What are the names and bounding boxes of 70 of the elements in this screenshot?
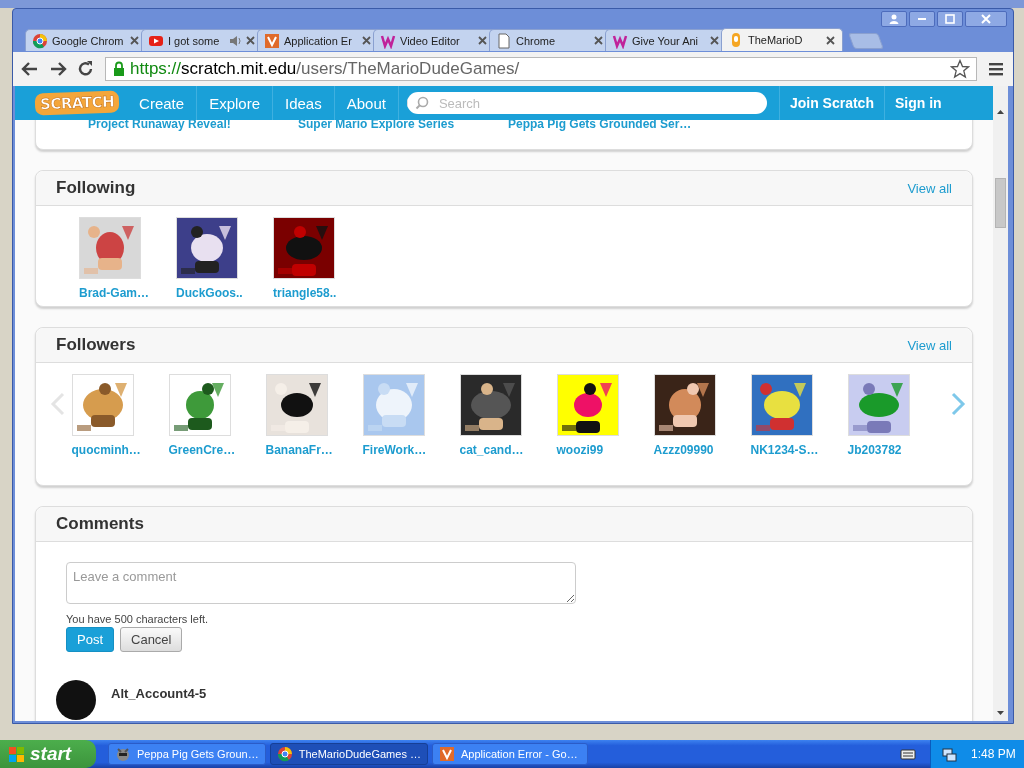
taskbar-button[interactable]: TheMarioDudeGames …	[269, 743, 428, 765]
windows-logo-icon	[8, 745, 25, 763]
speaker-icon	[229, 34, 241, 47]
username-link[interactable]: Jb203782	[847, 443, 945, 457]
close-icon[interactable]	[245, 35, 256, 46]
browser-tab[interactable]: TheMarioD	[721, 28, 843, 51]
post-button[interactable]: Post	[66, 627, 114, 652]
keyboard-icon[interactable]	[900, 746, 916, 762]
chevron-right-icon	[950, 392, 967, 416]
username-link[interactable]: NK1234-S…	[750, 443, 848, 457]
close-button[interactable]	[965, 11, 1007, 27]
clock: 1:48 PM	[971, 747, 1016, 761]
reload-icon[interactable]	[77, 60, 95, 78]
username-link[interactable]: BananaFr…	[265, 443, 363, 457]
back-icon[interactable]	[21, 60, 39, 78]
close-icon[interactable]	[129, 35, 140, 46]
comment-field[interactable]: Leave a comment	[66, 562, 576, 604]
maximize-button[interactable]	[937, 11, 963, 27]
address-bar[interactable]: https://scratch.mit.edu/users/TheMarioDudeGames/	[105, 57, 977, 81]
username-link[interactable]: Azzz09990	[653, 443, 751, 457]
username-link[interactable]: woozi99	[556, 443, 654, 457]
logo[interactable]: SCRATCH	[34, 90, 120, 116]
project-link[interactable]: Project Runaway Reveal!	[88, 120, 298, 149]
chevron-left-icon	[49, 392, 66, 416]
username-link[interactable]: Brad-Gam…	[79, 286, 176, 300]
close-icon[interactable]	[361, 35, 372, 46]
scroll-up-icon[interactable]	[996, 108, 1005, 116]
username-link[interactable]: cat_cand…	[459, 443, 557, 457]
scroll-down-icon[interactable]	[996, 709, 1005, 717]
start-button[interactable]: start	[0, 740, 96, 768]
avatar[interactable]	[56, 680, 96, 720]
view-all-link[interactable]: View all	[907, 337, 952, 353]
network-icon[interactable]	[941, 746, 957, 762]
profile-button[interactable]	[881, 11, 907, 27]
minimize-icon	[918, 18, 926, 20]
cancel-button[interactable]: Cancel	[120, 627, 183, 652]
forward-icon[interactable]	[49, 60, 67, 78]
search-field[interactable]: Search	[406, 92, 767, 114]
maximize-icon	[944, 13, 956, 25]
app-icon	[264, 32, 280, 49]
character-count: You have 500 characters left.	[66, 613, 210, 625]
close-icon[interactable]	[477, 35, 488, 46]
section-title: Comments	[56, 514, 144, 534]
scrollbar-thumb[interactable]	[995, 178, 1006, 228]
star-icon[interactable]	[950, 59, 970, 79]
lock-icon	[112, 61, 126, 77]
globe-icon	[32, 32, 48, 49]
username-link[interactable]: GreenCre…	[168, 443, 266, 457]
close-icon[interactable]	[593, 35, 604, 46]
project-link[interactable]: Peppa Pig Gets Grounded Ser…	[508, 120, 718, 149]
taskbar-button[interactable]: Peppa Pig Gets Groun…	[108, 743, 266, 765]
close-icon[interactable]	[825, 34, 836, 46]
username-link[interactable]: quocminh…	[71, 443, 169, 457]
username-link[interactable]: triangle58..	[273, 286, 370, 300]
view-all-link[interactable]: View all	[907, 180, 952, 196]
app-icon	[438, 746, 455, 762]
username-link[interactable]: DuckGoos..	[176, 286, 273, 300]
minimize-button[interactable]	[909, 11, 935, 27]
project-link[interactable]: Super Mario Explore Series	[298, 120, 508, 149]
section-title: Following	[56, 178, 136, 198]
section-title: Followers	[56, 335, 136, 355]
comment-author[interactable]: Alt_Account4-5	[111, 686, 207, 720]
globe-icon	[276, 746, 293, 762]
taskbar-button[interactable]: Application Error - Go…	[431, 743, 588, 765]
menu-icon[interactable]	[987, 60, 1005, 78]
username-link[interactable]: FireWork…	[362, 443, 460, 457]
close-icon[interactable]	[709, 35, 720, 46]
user-icon	[888, 13, 900, 25]
close-icon	[980, 13, 992, 25]
search-icon	[414, 96, 429, 110]
